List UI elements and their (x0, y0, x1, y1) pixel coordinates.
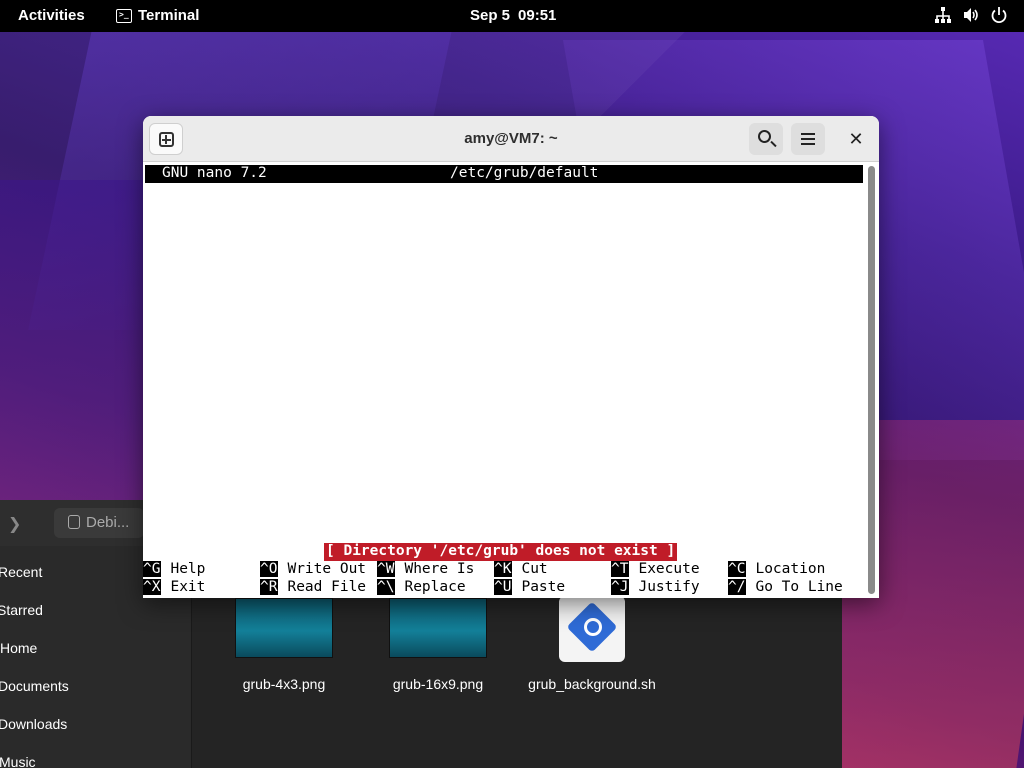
search-icon (758, 130, 771, 143)
image-thumbnail[interactable] (389, 598, 487, 658)
file-name[interactable]: grub-4x3.png (204, 676, 364, 692)
shortcut-cut: ^K Cut (494, 561, 548, 579)
shortcut-key: ^C (728, 561, 747, 577)
network-icon (934, 6, 952, 24)
shortcut-exit: ^X Exit (143, 579, 205, 597)
file-name[interactable]: grub-16x9.png (358, 676, 518, 692)
shortcut-justify: ^J Justify (611, 579, 700, 597)
script-file-icon[interactable] (559, 596, 625, 662)
sidebar-item-home[interactable]: Home (0, 640, 37, 656)
sidebar-item-downloads[interactable]: Downloads (0, 716, 67, 732)
search-button[interactable] (749, 123, 783, 155)
sidebar-item-music[interactable]: Music (0, 754, 36, 768)
shortcut-label: Help (170, 561, 206, 577)
sidebar-item-recent[interactable]: Recent (0, 564, 42, 580)
gear-icon (584, 618, 602, 636)
shortcut-key: ^W (377, 561, 396, 577)
shortcut-label: Write Out (287, 561, 367, 577)
shortcut-label: Execute (638, 561, 700, 577)
volume-icon (962, 6, 980, 24)
terminal-scrollbar[interactable] (866, 166, 876, 596)
close-button[interactable]: ✕ (843, 126, 869, 152)
shortcut-label: Go To Line (755, 579, 843, 595)
nano-version: GNU nano 7.2 (162, 165, 267, 181)
image-thumbnail[interactable] (235, 598, 333, 658)
top-bar: Activities >_ Terminal Sep 5 09:51 (0, 0, 1024, 32)
shortcut-label: Location (755, 561, 826, 577)
hamburger-menu-icon (801, 133, 815, 145)
shortcut-key: ^/ (728, 579, 747, 595)
shortcut-replace: ^\ Replace (377, 579, 466, 597)
sidebar-item-starred[interactable]: Starred (0, 602, 43, 618)
shortcut-key: ^X (143, 579, 162, 595)
clock[interactable]: Sep 5 09:51 (470, 7, 556, 24)
clock-time: 09:51 (518, 7, 557, 24)
nano-shortcut-bar: ^G Help ^O Write Out ^W Where Is ^K Cut ^T Ex… (143, 561, 865, 597)
shortcut-key: ^J (611, 579, 630, 595)
shortcut-key: ^R (260, 579, 279, 595)
nano-title-bar: GNU nano 7.2 /etc/grub/default (145, 165, 863, 183)
shortcut-label: Cut (521, 561, 548, 577)
shortcut-read-file: ^R Read File (260, 579, 366, 597)
shortcut-help: ^G Help (143, 561, 205, 579)
shortcut-where-is: ^W Where Is (377, 561, 474, 579)
shortcut-label: Replace (404, 579, 466, 595)
menu-button[interactable] (791, 123, 825, 155)
sidebar-item-documents[interactable]: Documents (0, 678, 69, 694)
nano-status-message: [ Directory '/etc/grub' does not exist ] (324, 543, 678, 561)
clock-date: Sep 5 (470, 7, 511, 24)
shortcut-key: ^U (494, 579, 513, 595)
shortcut-label: Paste (521, 579, 566, 595)
system-status-menu[interactable] (934, 6, 1008, 24)
path-bar[interactable]: Debi... (54, 508, 144, 538)
terminal-headerbar: amy@VM7: ~ ✕ (143, 116, 879, 162)
power-icon (990, 6, 1008, 24)
terminal-window[interactable]: amy@VM7: ~ ✕ GNU nano 7.2 /etc/grub/defa… (143, 116, 879, 598)
shortcut-label: Where Is (404, 561, 475, 577)
nano-filename: /etc/grub/default (450, 165, 599, 181)
shortcut-label: Justify (638, 579, 700, 595)
terminal-content[interactable]: GNU nano 7.2 /etc/grub/default [ Directo… (143, 163, 865, 598)
activities-button[interactable]: Activities (18, 7, 85, 24)
shortcut-paste: ^U Paste (494, 579, 565, 597)
shortcut-execute: ^T Execute (611, 561, 700, 579)
path-label: Debi... (86, 514, 130, 531)
terminal-icon: >_ (116, 8, 132, 23)
file-name[interactable]: grub_background.sh (512, 676, 672, 692)
shortcut-key: ^O (260, 561, 279, 577)
shortcut-location: ^C Location (728, 561, 825, 579)
wallpaper-shape (0, 180, 150, 510)
shortcut-key: ^T (611, 561, 630, 577)
app-name: Terminal (138, 7, 200, 24)
shortcut-key: ^K (494, 561, 513, 577)
scrollbar-thumb[interactable] (868, 166, 875, 594)
app-menu[interactable]: >_ Terminal (116, 7, 199, 24)
shortcut-go-to-line: ^/ Go To Line (728, 579, 843, 597)
chevron-right-icon[interactable]: ❯ (8, 514, 21, 534)
shortcut-key: ^\ (377, 579, 396, 595)
shortcut-label: Exit (170, 579, 206, 595)
shortcut-label: Read File (287, 579, 367, 595)
drive-icon (68, 515, 80, 529)
shortcut-key: ^G (143, 561, 162, 577)
shortcut-write-out: ^O Write Out (260, 561, 366, 579)
